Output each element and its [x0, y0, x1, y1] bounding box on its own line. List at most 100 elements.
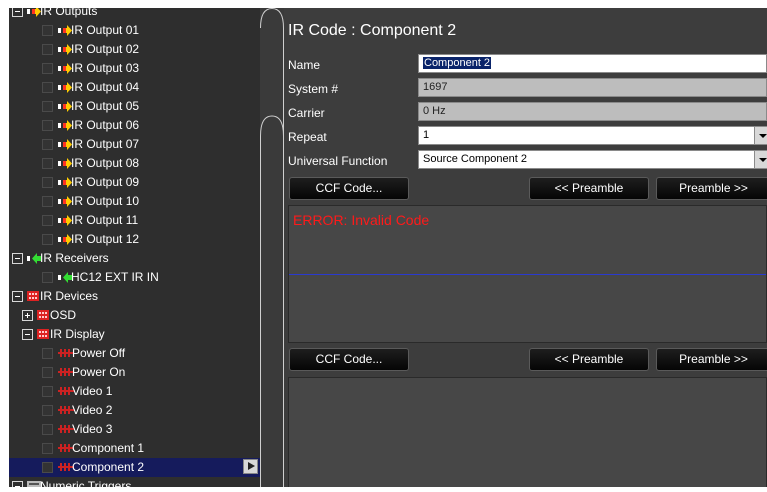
tree-item[interactable]: IR Output 06	[9, 116, 260, 135]
collapse-icon[interactable]	[22, 329, 33, 340]
tree-item-checkbox[interactable]	[42, 424, 53, 435]
device-tree[interactable]: IR Outputs IR Output 01 IR Output 02 IR Out…	[9, 8, 260, 487]
chevron-down-icon[interactable]	[754, 127, 767, 144]
ir-receiver-icon	[58, 272, 72, 283]
tree-item[interactable]: IR Devices	[9, 287, 260, 306]
repeat-select[interactable]: 1	[418, 126, 767, 145]
tree-item-checkbox[interactable]	[42, 405, 53, 416]
tree-item-checkbox[interactable]	[42, 386, 53, 397]
tree-item-checkbox[interactable]	[42, 215, 53, 226]
tree-item-checkbox[interactable]	[42, 272, 53, 283]
ir-code-icon	[58, 405, 74, 416]
tree-item-label: Component 1	[72, 441, 145, 455]
tree-item[interactable]: Power Off	[9, 344, 260, 363]
tree-item-label: IR Outputs	[40, 8, 98, 18]
ir-code-icon	[58, 367, 74, 378]
previous-preamble-button-2[interactable]: << Preamble	[529, 348, 649, 371]
tree-item-checkbox[interactable]	[42, 25, 53, 36]
tree-item-checkbox[interactable]	[42, 443, 53, 454]
tree-item-checkbox[interactable]	[42, 462, 53, 473]
tree-item[interactable]: Video 2	[9, 401, 260, 420]
splitter-curve-icon	[260, 7, 284, 487]
tree-item[interactable]: OSD	[9, 306, 260, 325]
play-icon[interactable]	[243, 459, 258, 474]
name-field[interactable]: Component 2	[418, 54, 767, 73]
tree-item[interactable]: IR Output 05	[9, 97, 260, 116]
tree-item-label: IR Output 02	[71, 42, 140, 56]
tree-item[interactable]: IR Output 09	[9, 173, 260, 192]
tree-item-checkbox[interactable]	[42, 63, 53, 74]
collapse-icon[interactable]	[12, 291, 23, 302]
tree-item-checkbox[interactable]	[42, 367, 53, 378]
next-preamble-button[interactable]: Preamble >>	[656, 177, 767, 200]
tree-item[interactable]: IR Output 10	[9, 192, 260, 211]
tree-item[interactable]: IR Output 02	[9, 40, 260, 59]
ir-output-icon	[58, 44, 72, 55]
tree-item-checkbox[interactable]	[42, 177, 53, 188]
repeat-value: 1	[423, 129, 430, 141]
tree-item-checkbox[interactable]	[42, 101, 53, 112]
tree-item-checkbox[interactable]	[42, 120, 53, 131]
tree-item-checkbox[interactable]	[42, 44, 53, 55]
carrier-label: Carrier	[288, 106, 325, 120]
code-area-2[interactable]	[288, 377, 767, 487]
universal-function-select[interactable]: Source Component 2	[418, 150, 767, 169]
page-title: IR Code : Component 2	[288, 22, 457, 39]
ir-output-icon	[58, 215, 72, 226]
tree-item-label: IR Receivers	[40, 251, 109, 265]
tree-item-checkbox[interactable]	[42, 196, 53, 207]
tree-item[interactable]: IR Output 03	[9, 59, 260, 78]
tree-item-checkbox[interactable]	[42, 348, 53, 359]
tree-item[interactable]: IR Receivers	[9, 249, 260, 268]
collapse-icon[interactable]	[12, 8, 23, 17]
tree-item[interactable]: IR Output 01	[9, 21, 260, 40]
tree-item-label: IR Output 11	[71, 213, 139, 227]
system-field: 1697	[418, 78, 767, 97]
tree-item[interactable]: IR Display	[9, 325, 260, 344]
ir-output-icon	[58, 139, 72, 150]
ir-output-icon	[58, 196, 72, 207]
tree-item[interactable]: Power On	[9, 363, 260, 382]
tree-item[interactable]: Video 3	[9, 420, 260, 439]
tree-item[interactable]: Video 1	[9, 382, 260, 401]
tree-item[interactable]: IR Output 07	[9, 135, 260, 154]
tree-item[interactable]: IR Outputs	[9, 8, 260, 21]
tree-item-label: IR Output 03	[71, 61, 140, 75]
ir-code-icon	[58, 348, 74, 359]
tree-item[interactable]: IR Output 08	[9, 154, 260, 173]
tree-item-label: OSD	[50, 308, 77, 322]
tree-item-checkbox[interactable]	[42, 234, 53, 245]
collapse-icon[interactable]	[12, 481, 23, 487]
ir-code-icon	[58, 424, 74, 435]
tree-item-label: IR Output 08	[71, 156, 140, 170]
collapse-icon[interactable]	[12, 253, 23, 264]
universal-function-label: Universal Function	[288, 154, 388, 168]
tree-item[interactable]: IR Output 11	[9, 211, 260, 230]
repeat-label: Repeat	[288, 130, 327, 144]
ir-output-icon	[58, 25, 72, 36]
tree-item[interactable]: HC12 EXT IR IN	[9, 268, 260, 287]
trigger-icon	[27, 481, 41, 487]
tree-item-checkbox[interactable]	[42, 139, 53, 150]
ccf-code-button[interactable]: CCF Code...	[289, 177, 409, 200]
next-preamble-button-2[interactable]: Preamble >>	[656, 348, 767, 371]
code-divider	[289, 274, 766, 275]
expand-icon[interactable]	[22, 310, 33, 321]
previous-preamble-button[interactable]: << Preamble	[529, 177, 649, 200]
tree-item[interactable]: IR Output 04	[9, 78, 260, 97]
tree-item[interactable]: Component 1	[9, 439, 260, 458]
name-value: Component 2	[423, 57, 492, 69]
tree-item[interactable]: Numeric Triggers	[9, 477, 260, 487]
ccf-code-button-2[interactable]: CCF Code...	[289, 348, 409, 371]
tree-item-label: IR Output 05	[71, 99, 140, 113]
panel-splitter[interactable]	[260, 7, 284, 487]
code-area[interactable]: ERROR: Invalid Code	[288, 205, 767, 343]
chevron-down-icon[interactable]	[754, 151, 767, 168]
tree-item[interactable]: Component 2	[9, 458, 260, 477]
tree-item-checkbox[interactable]	[42, 82, 53, 93]
ir-receiver-icon	[27, 253, 41, 264]
tree-item-label: HC12 EXT IR IN	[71, 270, 159, 284]
tree-item[interactable]: IR Output 12	[9, 230, 260, 249]
ir-output-icon	[58, 120, 72, 131]
tree-item-checkbox[interactable]	[42, 158, 53, 169]
